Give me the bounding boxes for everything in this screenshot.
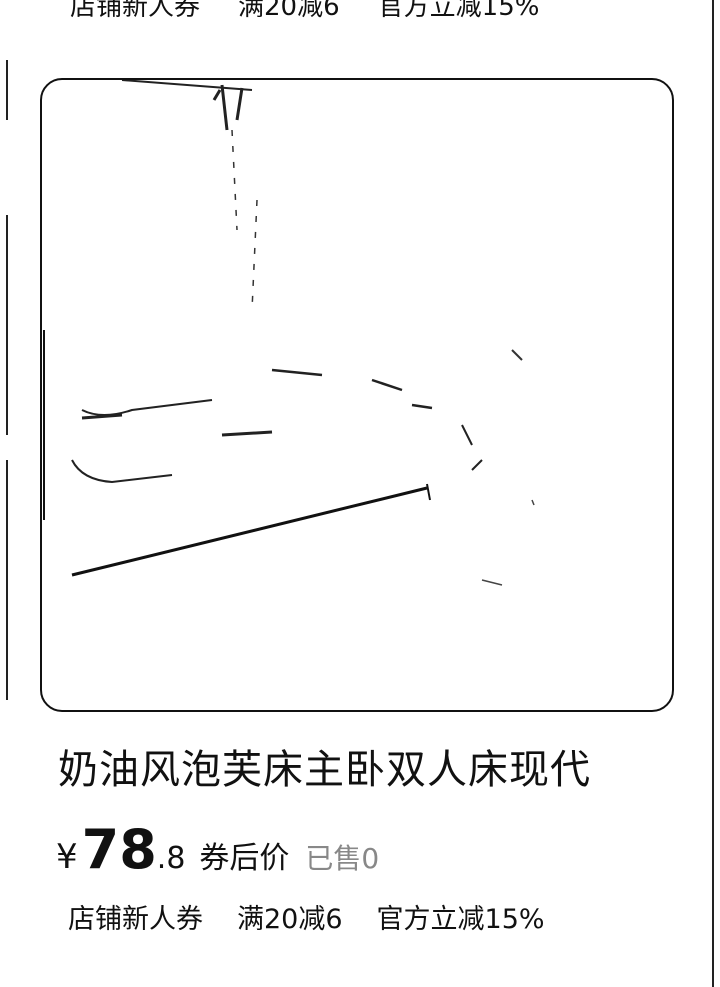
price-row: ¥ 78 .8 券后价 已售0 [56, 818, 379, 881]
promo-tag: 店铺新人券 [68, 904, 203, 935]
promo-tag: 官方立减15% [376, 904, 545, 935]
promo-tag: 满20减6 [238, 0, 340, 22]
product-card[interactable] [40, 78, 674, 712]
promo-row: 店铺新人券 满20减6 官方立减15% [68, 897, 545, 936]
currency-symbol: ¥ [56, 837, 78, 877]
promo-tag: 官方立减15% [377, 0, 540, 22]
price-decimal: .8 [156, 841, 186, 876]
price-integer: 78 [81, 818, 157, 881]
promo-tag: 店铺新人券 [70, 0, 201, 22]
bed-photo-icon [43, 80, 535, 586]
adjacent-card-edge [0, 60, 10, 710]
previous-card-promo-row: 店铺新人券 满20减6 官方立减15% [70, 0, 539, 23]
promo-tag: 满20减6 [237, 904, 343, 935]
adjacent-card-edge [712, 0, 720, 987]
product-title[interactable]: 奶油风泡芙床主卧双人床现代 [58, 737, 591, 795]
price-label: 券后价 [199, 841, 290, 876]
sold-count: 已售0 [305, 842, 380, 875]
product-image[interactable] [40, 78, 674, 712]
